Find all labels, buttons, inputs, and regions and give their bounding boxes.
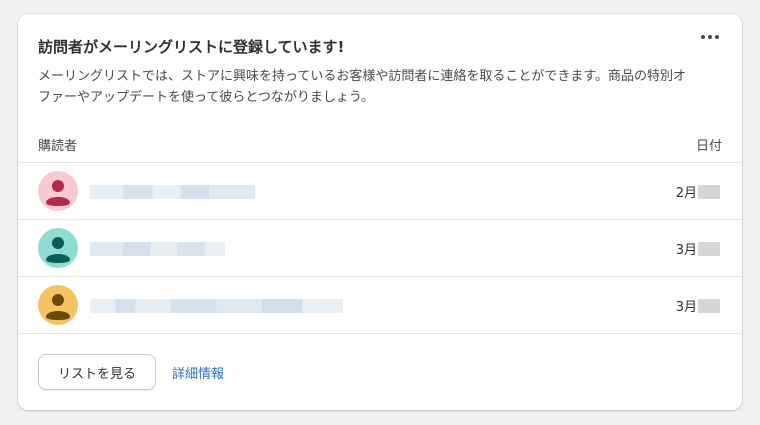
avatar-icon: [38, 171, 78, 211]
column-header-subscriber: 購読者: [38, 139, 78, 154]
subscriber-date: 3月: [676, 239, 720, 258]
date-month: 3月: [675, 300, 697, 315]
mailing-list-card: 訪問者がメーリングリストに登録しています! メーリングリストでは、ストアに興味を…: [18, 14, 742, 410]
subscriber-name-redacted: [90, 242, 225, 256]
subscriber-row: 3月: [18, 277, 742, 333]
date-month: 3月: [675, 243, 697, 258]
learn-more-link[interactable]: 詳細情報: [172, 363, 224, 382]
date-day-redacted: [698, 298, 720, 313]
subscriber-row: 3月: [18, 220, 742, 276]
date-day-redacted: [698, 184, 720, 199]
more-actions-icon[interactable]: [698, 30, 722, 44]
subscriber-date: 2月: [676, 182, 720, 201]
subscriber-name-redacted: [90, 185, 255, 199]
date-month: 2月: [675, 186, 697, 201]
subscriber-date: 3月: [676, 296, 720, 315]
card-description: メーリングリストでは、ストアに興味を持っているお客様や訪問者に連絡を取ることがで…: [38, 69, 687, 105]
date-day-redacted: [698, 241, 720, 256]
avatar-icon: [38, 285, 78, 325]
column-header-date: 日付: [695, 139, 722, 154]
avatar-icon: [38, 228, 78, 268]
subscriber-name-redacted: [90, 299, 343, 313]
view-list-button[interactable]: リストを見る: [38, 354, 156, 390]
subscriber-row: 2月: [18, 163, 742, 219]
divider: [18, 333, 742, 334]
card-title: 訪問者がメーリングリストに登録しています!: [38, 38, 345, 56]
